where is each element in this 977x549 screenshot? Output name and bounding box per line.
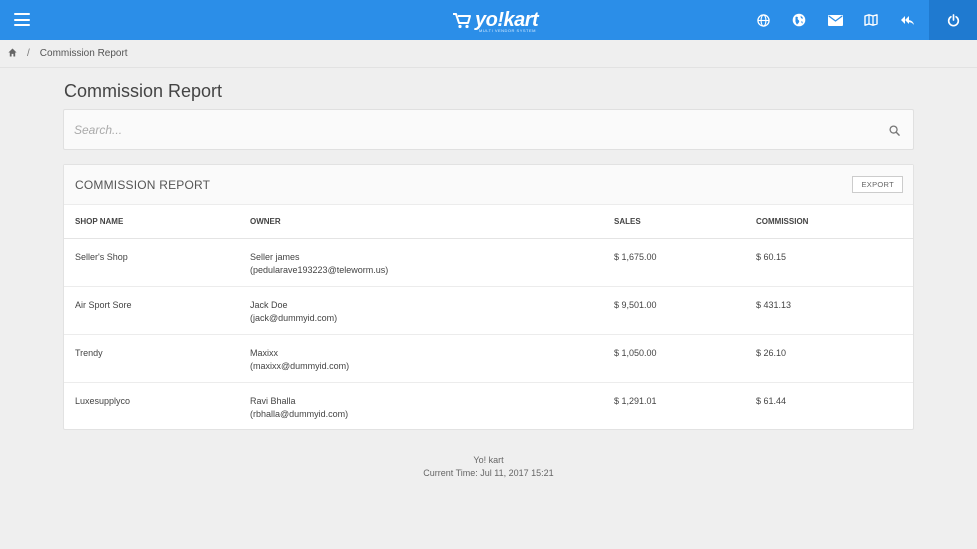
column-header-shop-name[interactable]: SHOP NAME bbox=[64, 205, 239, 239]
sales-cell: $ 1,050.00 bbox=[603, 334, 745, 383]
shop-name-cell: Trendy bbox=[64, 334, 239, 383]
world-icon[interactable] bbox=[781, 0, 817, 40]
shop-name-cell: Luxesupplyco bbox=[75, 395, 131, 406]
table-row: Seller's Shop Seller james (pedularave193… bbox=[64, 238, 913, 287]
column-header-commission[interactable]: COMMISSION bbox=[745, 205, 913, 239]
table-row: Luxesupplyco Ravi Bhalla (rbhalla@dummyid… bbox=[64, 382, 913, 430]
owner-name: Maxixx bbox=[250, 347, 279, 358]
breadcrumb-separator: / bbox=[27, 48, 30, 59]
logo-tagline: MULTI VENDOR SYSTEM bbox=[479, 28, 536, 33]
commission-table: SHOP NAME OWNER SALES COMMISSION Seller'… bbox=[64, 205, 913, 430]
commission-cell: $ 60.15 bbox=[745, 238, 913, 287]
owner-cell: Seller james (pedularave193223@teleworm.u… bbox=[239, 238, 603, 287]
search-icon[interactable] bbox=[889, 123, 900, 141]
table-header-row: SHOP NAME OWNER SALES COMMISSION bbox=[64, 205, 913, 239]
breadcrumb: / Commission Report bbox=[0, 40, 977, 68]
owner-email: (rbhalla@dummyid.com) bbox=[250, 408, 349, 419]
power-icon[interactable] bbox=[929, 0, 977, 40]
owner-cell: Maxixx (maxixx@dummyid.com) bbox=[239, 334, 603, 383]
breadcrumb-current: Commission Report bbox=[39, 48, 128, 59]
owner-name: Jack Doe bbox=[250, 299, 288, 310]
search-input[interactable] bbox=[74, 110, 874, 149]
logo[interactable]: yo!kart MULTI VENDOR SYSTEM bbox=[452, 6, 539, 34]
reply-all-icon[interactable] bbox=[889, 0, 925, 40]
column-header-sales[interactable]: SALES bbox=[603, 205, 745, 239]
commission-report-card: COMMISSION REPORT EXPORT SHOP NAME OWNER… bbox=[63, 164, 914, 430]
owner-email: (maxixx@dummyid.com) bbox=[250, 360, 350, 371]
owner-email: (jack@dummyid.com) bbox=[250, 312, 338, 323]
page-title: Commission Report bbox=[64, 81, 223, 101]
owner-cell: Ravi Bhalla (rbhalla@dummyid.com) bbox=[239, 382, 603, 430]
commission-cell: $ 431.13 bbox=[745, 286, 913, 335]
commission-cell: $ 26.10 bbox=[745, 334, 913, 383]
globe-icon[interactable] bbox=[745, 0, 781, 40]
search-box bbox=[63, 109, 914, 150]
sales-cell: $ 1,675.00 bbox=[603, 238, 745, 287]
mail-icon[interactable] bbox=[817, 0, 853, 40]
footer-time: Current Time: Jul 11, 2017 15:21 bbox=[423, 468, 554, 478]
sales-cell: $ 1,291.01 bbox=[614, 395, 657, 406]
table-row: Trendy Maxixx (maxixx@dummyid.com) $ 1,05… bbox=[64, 334, 913, 383]
map-icon[interactable] bbox=[853, 0, 889, 40]
shop-name-cell: Air Sport Sore bbox=[64, 286, 239, 335]
home-icon[interactable] bbox=[8, 47, 17, 60]
owner-name: Seller james bbox=[250, 251, 300, 262]
owner-name: Ravi Bhalla bbox=[250, 395, 296, 406]
owner-cell: Jack Doe (jack@dummyid.com) bbox=[239, 286, 603, 335]
cart-icon bbox=[453, 13, 471, 29]
footer: Yo! kart Current Time: Jul 11, 2017 15:2… bbox=[0, 454, 977, 480]
logo-text: yo!kart bbox=[475, 9, 539, 31]
menu-icon[interactable] bbox=[14, 13, 30, 26]
card-header: COMMISSION REPORT EXPORT bbox=[64, 165, 913, 205]
owner-email: (pedularave193223@teleworm.us) bbox=[250, 264, 389, 275]
shop-name-cell: Seller's Shop bbox=[64, 238, 239, 287]
column-header-owner[interactable]: OWNER bbox=[239, 205, 603, 239]
sales-cell: $ 9,501.00 bbox=[603, 286, 745, 335]
footer-brand: Yo! kart bbox=[473, 455, 504, 465]
top-navbar: yo!kart MULTI VENDOR SYSTEM bbox=[0, 0, 977, 40]
card-title: COMMISSION REPORT bbox=[75, 178, 211, 192]
export-button[interactable]: EXPORT bbox=[852, 176, 903, 193]
commission-cell: $ 61.44 bbox=[756, 395, 787, 406]
table-row: Air Sport Sore Jack Doe (jack@dummyid.com… bbox=[64, 286, 913, 335]
